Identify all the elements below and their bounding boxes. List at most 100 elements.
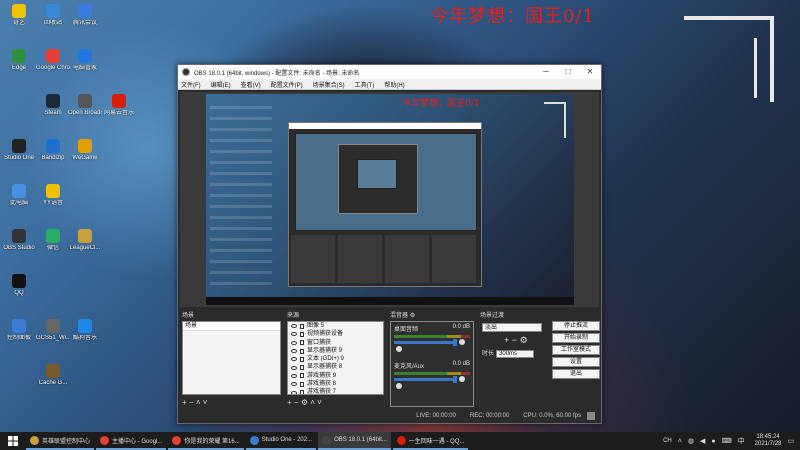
stop-streaming-button[interactable]: 停止推流 [552, 321, 600, 331]
mute-speaker-icon[interactable] [459, 376, 466, 382]
notification-icon[interactable]: ▭ [787, 437, 794, 445]
lock-icon[interactable] [300, 323, 304, 329]
exit-button[interactable]: 退出 [552, 369, 600, 379]
visibility-eye-icon[interactable] [291, 382, 297, 387]
desktop-icon[interactable]: QQ [2, 274, 36, 297]
source-item[interactable]: 视频捕获设备 [288, 330, 383, 338]
desktop-icon[interactable]: Google Chrome [36, 49, 70, 72]
source-item[interactable]: 显示器捕获 8 [288, 363, 383, 371]
mute-speaker-icon[interactable] [459, 339, 466, 345]
duration-input[interactable]: 300ms [496, 350, 535, 358]
menu-file[interactable]: 文件(F) [181, 80, 201, 89]
source-down-button[interactable]: ˅ [317, 398, 322, 407]
desktop-icon[interactable]: Steam [36, 94, 70, 117]
lock-icon[interactable] [300, 365, 304, 371]
studio-mode-button[interactable]: 工作室模式 [552, 345, 600, 355]
slider-handle[interactable] [453, 339, 458, 346]
taskbar-item[interactable]: 一生回味一遇 - QQ... [392, 432, 469, 450]
remove-source-button[interactable]: − [294, 398, 299, 407]
start-button[interactable] [0, 432, 26, 450]
taskbar-item[interactable]: Studio One - 202... [245, 432, 317, 450]
minimize-button[interactable]: ─ [535, 65, 557, 79]
lock-icon[interactable] [300, 390, 304, 394]
menu-profile[interactable]: 配置文件(P) [271, 80, 303, 89]
desktop-icon[interactable]: 腾讯会议 [68, 4, 102, 27]
transition-gear-icon[interactable]: ⚙ [520, 335, 528, 345]
menu-tools[interactable]: 工具(T) [355, 80, 375, 89]
obs-titlebar[interactable]: OBS 18.0.1 (64bit, windows) - 配置文件: 未命名 … [178, 65, 601, 79]
lock-icon[interactable] [300, 348, 304, 354]
desktop-icon[interactable]: 网易云音乐 [102, 94, 136, 117]
volume-slider[interactable] [394, 378, 454, 381]
obs-window[interactable]: OBS 18.0.1 (64bit, windows) - 配置文件: 未命名 … [177, 64, 602, 424]
desktop-icon[interactable]: 奇艺 [2, 4, 36, 27]
desktop-icon[interactable]: Open Broadcast... [68, 94, 102, 117]
desktop-icon[interactable]: Bandizip [36, 139, 70, 162]
transition-select[interactable]: 淡出 [482, 323, 542, 332]
desktop-icon[interactable]: 回收站 [36, 4, 70, 27]
remove-transition-button[interactable]: − [512, 335, 517, 345]
lock-icon[interactable] [300, 381, 304, 387]
remove-scene-button[interactable]: − [189, 398, 194, 407]
desktop-icon[interactable]: 电脑管家 [68, 49, 102, 72]
lock-icon[interactable] [300, 373, 304, 379]
source-item[interactable]: 文本 (GDI+) 9 [288, 355, 383, 363]
desktop-icon[interactable]: OBS Studio [2, 229, 36, 252]
taskbar-item[interactable]: 主播中心 - Googl... [96, 432, 167, 450]
move-down-button[interactable]: ˅ [203, 398, 208, 407]
desktop-icon[interactable]: GCS51_Wi... [36, 319, 70, 342]
visibility-eye-icon[interactable] [291, 357, 297, 362]
visibility-eye-icon[interactable] [291, 349, 297, 354]
close-button[interactable]: ✕ [579, 65, 601, 79]
desktop-icon[interactable]: Cache G... [36, 364, 70, 387]
source-item[interactable]: 游戏捕获 7 [288, 388, 383, 394]
visibility-eye-icon[interactable] [291, 324, 297, 329]
speaker-icon[interactable]: ◀ [700, 437, 705, 445]
volume-slider[interactable] [394, 341, 454, 344]
desktop-icon[interactable]: 酷狗音乐 [68, 319, 102, 342]
scenes-list[interactable]: 场景 [182, 321, 281, 395]
visibility-eye-icon[interactable] [291, 340, 297, 345]
source-item[interactable]: 游戏捕获 8 [288, 380, 383, 388]
visibility-eye-icon[interactable] [291, 390, 297, 394]
preview-area[interactable]: 今年梦想：国王0/1 [180, 92, 599, 307]
mixer-gear-icon[interactable]: ⚙ [410, 313, 415, 319]
desktop-icon[interactable]: LeagueCl... [68, 229, 102, 252]
keyboard-icon[interactable]: ⌨ [722, 437, 732, 445]
taskbar-item[interactable]: 你是我的荣耀 第16... [168, 432, 244, 450]
menu-scene-collection[interactable]: 场景集合(S) [313, 80, 345, 89]
lock-icon[interactable] [300, 356, 304, 362]
menu-view[interactable]: 查看(V) [241, 80, 261, 89]
visibility-eye-icon[interactable] [291, 373, 297, 378]
source-item[interactable]: 窗口捕获 [288, 339, 383, 347]
lock-icon[interactable] [300, 331, 304, 337]
channel-gear-icon[interactable] [396, 346, 402, 352]
add-transition-button[interactable]: + [504, 335, 509, 345]
wechat-tray-icon[interactable]: ● [711, 438, 715, 445]
desktop-icon[interactable]: 微信 [36, 229, 70, 252]
desktop-icon[interactable]: Studio One [2, 139, 36, 162]
desktop-icon[interactable]: YY语音 [36, 184, 70, 207]
menu-edit[interactable]: 编辑(E) [211, 80, 231, 89]
source-settings-icon[interactable]: ⚙ [301, 398, 308, 407]
visibility-eye-icon[interactable] [291, 365, 297, 370]
menu-help[interactable]: 帮助(H) [384, 80, 404, 89]
chevron-up-icon[interactable]: ˄ [678, 438, 682, 445]
settings-button[interactable]: 设置 [552, 357, 600, 367]
slider-handle[interactable] [453, 376, 458, 383]
add-scene-button[interactable]: + [182, 398, 187, 407]
desktop-icon[interactable]: WeGame [68, 139, 102, 162]
start-recording-button[interactable]: 开始录制 [552, 333, 600, 343]
desktop-icon[interactable]: 控制面板 [2, 319, 36, 342]
desktop-icon[interactable]: Edge [2, 49, 36, 72]
maximize-button[interactable]: □ [557, 65, 579, 79]
scene-item[interactable]: 场景 [183, 322, 280, 331]
source-up-button[interactable]: ˄ [310, 398, 315, 407]
sources-list[interactable]: 图像 5 视频捕获设备 窗口捕获 显示器捕获 9 文本 (GDI+) 9 显示器捕获 8游… [287, 321, 384, 395]
network-icon[interactable]: ◍ [688, 437, 694, 445]
desktop-icon[interactable]: 此电脑 [2, 184, 36, 207]
add-source-button[interactable]: + [287, 398, 292, 407]
taskbar-item[interactable]: 英雄联盟控制中心 [26, 432, 95, 450]
move-up-button[interactable]: ˄ [196, 398, 201, 407]
preview-canvas[interactable]: 今年梦想：国王0/1 [206, 94, 574, 305]
